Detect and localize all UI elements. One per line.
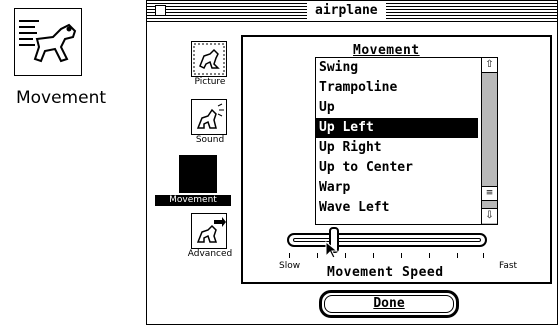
sidebar-item-label: Movement [155, 195, 231, 206]
panel-title: Movement [353, 43, 420, 58]
dog-advanced-icon [191, 213, 227, 249]
close-box[interactable] [155, 5, 166, 16]
slider-track [293, 238, 481, 242]
settings-window: airplane Picture Sound Movement Advanced… [146, 0, 558, 325]
slider-tick [457, 253, 458, 258]
sidebar-item-label: Sound [195, 135, 225, 145]
scroll-thumb[interactable]: ≡ [482, 186, 497, 201]
sidebar-item-label: Picture [194, 77, 226, 87]
done-button[interactable]: Done [319, 290, 459, 318]
movement-desktop-icon[interactable] [14, 8, 82, 76]
dog-picture-icon [191, 41, 227, 77]
scroll-down-arrow-icon[interactable]: ⇩ [482, 208, 497, 223]
sidebar-item-advanced[interactable]: Advanced [175, 213, 245, 259]
list-item[interactable]: Up to Center [316, 158, 478, 178]
list-item[interactable]: Up [316, 98, 478, 118]
slider-tick [429, 253, 430, 258]
slider-title: Movement Speed [327, 265, 444, 280]
desktop-icon-label: Movement [15, 88, 107, 108]
window-title: airplane [307, 2, 386, 20]
title-bar[interactable]: airplane [147, 1, 557, 22]
sidebar-item-picture[interactable]: Picture [175, 41, 245, 87]
movement-panel: Movement Swing Trampoline Up Up Left Up … [241, 35, 552, 284]
slider-max-label: Fast [499, 261, 518, 271]
list-item[interactable]: Up Right [316, 138, 478, 158]
list-items: Swing Trampoline Up Up Left Up Right Up … [316, 58, 497, 218]
scroll-up-arrow-icon[interactable]: ⇧ [482, 58, 497, 73]
slider-min-label: Slow [279, 261, 301, 271]
list-scrollbar[interactable]: ⇧ ≡ ⇩ [481, 58, 497, 224]
list-item[interactable]: Swing [316, 58, 478, 78]
slider-tick [483, 253, 484, 258]
slider-tick [373, 253, 374, 258]
slider-tick [345, 253, 346, 258]
movement-list[interactable]: Swing Trampoline Up Up Left Up Right Up … [315, 57, 498, 225]
done-button-label: Done [324, 295, 454, 313]
slider-tick [289, 253, 290, 258]
slider-tick [401, 253, 402, 258]
mouse-cursor-icon [325, 241, 339, 259]
list-item[interactable]: Wave Left [316, 198, 478, 218]
list-item-selected[interactable]: Up Left [316, 118, 478, 138]
sidebar-item-sound[interactable]: Sound [175, 99, 245, 145]
list-item[interactable]: Warp [316, 178, 478, 198]
dog-sound-icon [191, 99, 227, 135]
sidebar-item-label: Advanced [187, 249, 233, 259]
slider-tick [317, 253, 318, 258]
list-item[interactable]: Trampoline [316, 78, 478, 98]
sidebar-item-movement[interactable]: Movement [155, 155, 231, 206]
dog-movement-icon [179, 155, 217, 193]
dog-movement-icon [19, 20, 77, 63]
movement-speed-slider[interactable] [287, 227, 487, 253]
